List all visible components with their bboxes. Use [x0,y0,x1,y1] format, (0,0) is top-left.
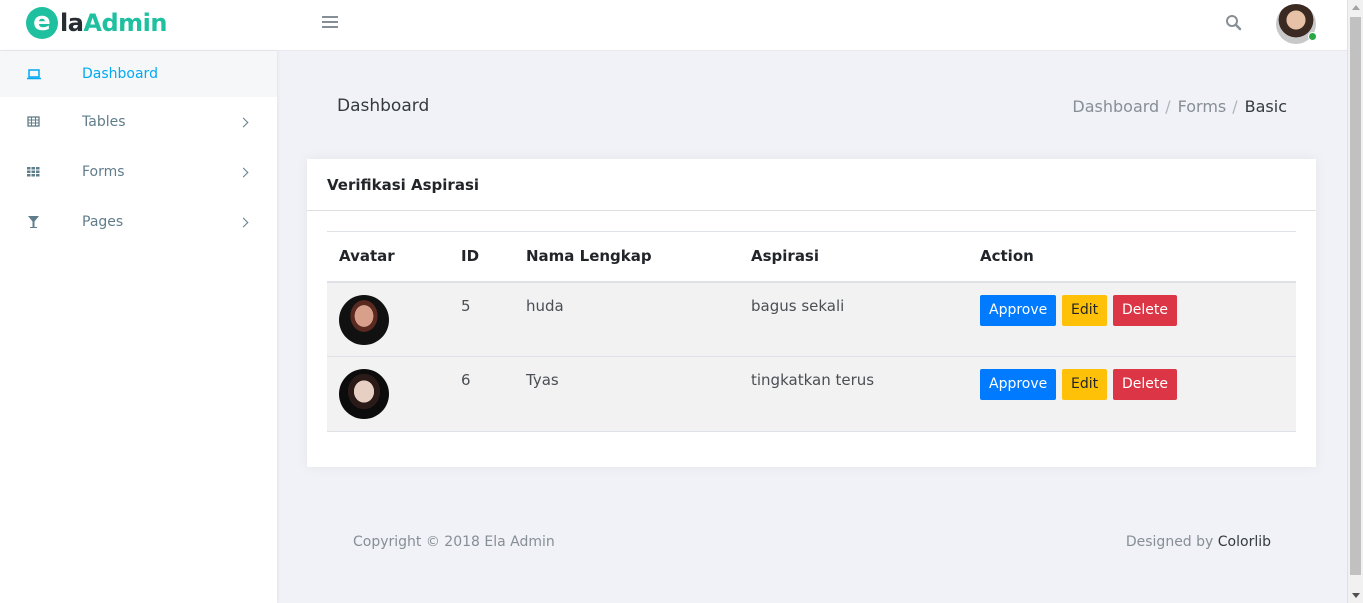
sidebar-item-label: Forms [82,164,125,180]
top-header: e laAdmin [0,0,1347,51]
column-header-nama-lengkap: Nama Lengkap [514,231,739,283]
sidebar-item-label: Dashboard [82,66,158,82]
scroll-up-arrow-icon[interactable] [1352,5,1360,10]
search-icon[interactable] [1225,14,1245,34]
sidebar-item-pages[interactable]: Pages [0,197,277,247]
avatar-cell [327,356,449,432]
designed-by: Designed by Colorlib [1126,534,1271,550]
scrollbar-thumb[interactable] [1350,17,1361,575]
verification-card: Verifikasi Aspirasi Avatar ID Nama Lengk… [307,159,1316,467]
footer: Copyright © 2018 Ela Admin Designed by C… [307,520,1317,566]
logo-text-la: la [60,9,84,37]
designed-by-prefix: Designed by [1125,534,1218,550]
laptop-icon [26,67,42,81]
table-row: 6 Tyas tingkatkan terus Approve Edit Del… [327,356,1296,432]
chevron-right-icon [238,117,249,127]
scroll-down-arrow-icon[interactable] [1352,593,1360,598]
row-avatar [339,294,389,345]
column-header-avatar: Avatar [327,231,449,283]
breadcrumb-dashboard[interactable]: Dashboard [1072,97,1159,116]
name-cell: Tyas [514,356,739,432]
breadcrumb-separator: / [1232,97,1238,116]
aspirasi-cell: bagus sekali [739,281,968,357]
colorlib-link[interactable]: Colorlib [1218,534,1271,550]
column-header-aspirasi: Aspirasi [739,231,968,283]
grid-icon [26,165,42,179]
hamburger-icon[interactable] [322,16,338,30]
delete-button[interactable]: Delete [1112,369,1177,400]
chevron-right-icon [238,217,249,227]
online-status-dot [1308,32,1317,41]
table-icon [26,115,42,129]
glass-icon [26,215,42,229]
chevron-right-icon [238,167,249,177]
breadcrumb-separator: / [1165,97,1171,116]
breadcrumb-forms[interactable]: Forms [1178,97,1227,116]
row-avatar [339,369,389,419]
user-avatar[interactable] [1276,4,1317,44]
copyright-text: Copyright © 2018 Ela Admin [353,534,555,550]
aspirasi-table: Avatar ID Nama Lengkap Aspirasi Action 5… [327,231,1296,432]
action-cell: Approve Edit Delete [968,356,1296,432]
logo-text-admin: Admin [83,9,167,37]
sidebar-item-tables[interactable]: Tables [0,97,277,147]
table-row: 5 huda bagus sekali Approve Edit Delete [327,281,1296,357]
approve-button[interactable]: Approve [980,294,1057,326]
sidebar-item-forms[interactable]: Forms [0,147,277,197]
column-header-action: Action [968,231,1296,283]
approve-button[interactable]: Approve [980,369,1057,400]
logo-e-mark: e [26,7,58,39]
aspirasi-cell: tingkatkan terus [739,356,968,432]
name-cell: huda [514,281,739,357]
page-title: Dashboard [337,96,430,116]
edit-button[interactable]: Edit [1062,369,1108,400]
sidebar-item-label: Tables [82,114,126,130]
logo[interactable]: e laAdmin [26,7,167,39]
breadcrumb: Dashboard / Forms / Basic [1072,97,1287,116]
sidebar-item-label: Pages [82,214,124,230]
id-cell: 5 [449,281,514,357]
id-cell: 6 [449,356,514,432]
edit-button[interactable]: Edit [1062,294,1108,326]
sidebar: Dashboard Tables Forms Pages [0,51,277,603]
sidebar-item-dashboard[interactable]: Dashboard [0,51,277,97]
delete-button[interactable]: Delete [1112,294,1177,326]
avatar-cell [327,281,449,357]
action-cell: Approve Edit Delete [968,281,1296,357]
breadcrumb-basic: Basic [1244,97,1287,116]
logo-text: laAdmin [60,9,167,37]
column-header-id: ID [449,231,514,283]
card-title: Verifikasi Aspirasi [307,159,1316,211]
page-header: Dashboard Dashboard / Forms / Basic [307,81,1317,133]
vertical-scrollbar[interactable] [1347,0,1363,603]
